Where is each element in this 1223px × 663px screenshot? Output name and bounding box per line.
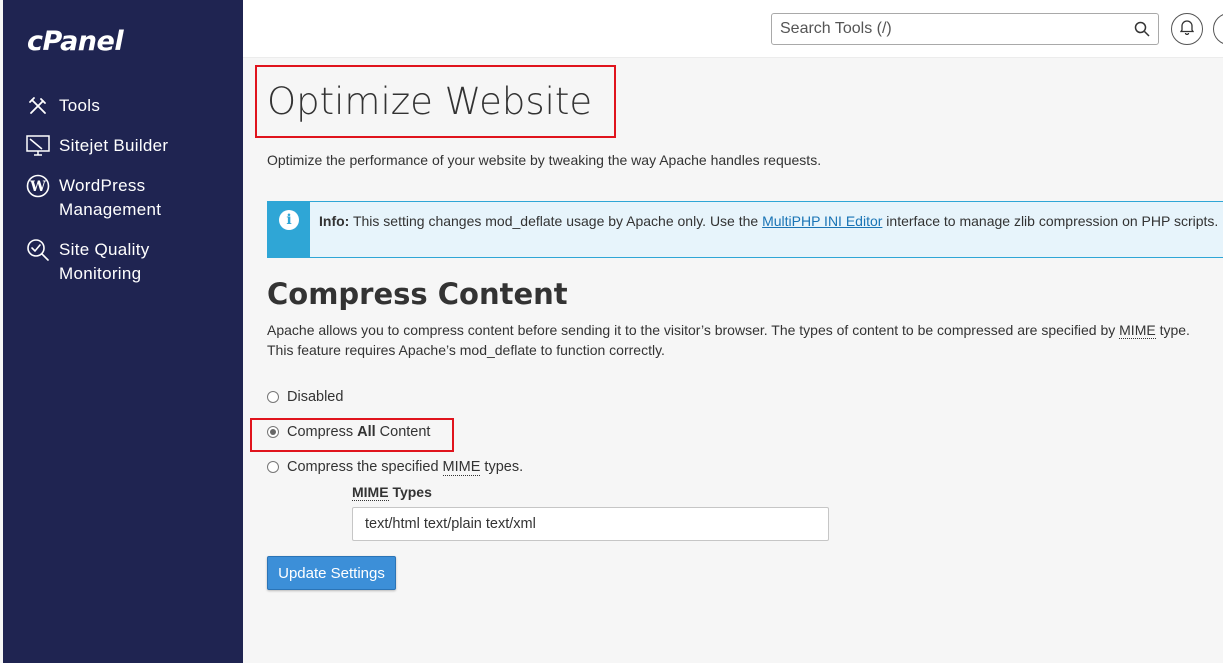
tools-icon (25, 94, 51, 118)
update-settings-button[interactable]: Update Settings (267, 556, 396, 590)
radio-compress-specified[interactable] (267, 461, 279, 473)
option-label-part: Compress the specified (287, 459, 443, 475)
mime-types-label-text: Types (388, 484, 432, 500)
sidebar-item-sitejet-builder[interactable]: Sitejet Builder (25, 134, 168, 158)
sidebar-item-label: Sitejet Builder (59, 136, 169, 155)
compress-description-line1: Apache allows you to compress content be… (267, 322, 1120, 338)
sidebar-item-label-line2: Management (59, 200, 162, 219)
compress-description-line1-end: type. (1155, 322, 1190, 338)
search-input[interactable] (772, 14, 1112, 44)
option-compress-specified-label: Compress the specified MIME types. (287, 459, 524, 476)
multiphp-ini-editor-link[interactable]: MultiPHP INI Editor (762, 213, 882, 229)
sidebar-item-label: Tools (59, 96, 101, 115)
user-menu-button[interactable] (1213, 13, 1223, 45)
mime-abbr: MIME (1119, 322, 1156, 339)
info-text-before: This setting changes mod_deflate usage b… (349, 213, 763, 229)
option-label-part: types. (480, 459, 524, 475)
mime-types-input[interactable] (352, 507, 829, 541)
info-text: Info: This setting changes mod_deflate u… (319, 212, 1219, 231)
compress-description: Apache allows you to compress content be… (267, 320, 1223, 360)
mime-types-label: MIME Types (352, 484, 432, 501)
mime-abbr: MIME (352, 484, 389, 501)
section-heading-compress-content: Compress Content (267, 277, 568, 311)
info-icon: i (279, 210, 299, 230)
notifications-button[interactable] (1171, 13, 1203, 45)
svg-text:W: W (29, 179, 46, 195)
option-compress-specified[interactable]: Compress the specified MIME types. (267, 459, 524, 476)
sidebar-item-wordpress-management[interactable]: W WordPress Management (25, 174, 161, 222)
sidebar-item-tools[interactable]: Tools (25, 94, 100, 118)
sidebar-item-label: WordPress (59, 176, 146, 195)
highlight-box-title (255, 65, 616, 138)
sidebar-item-site-quality-monitoring[interactable]: Site Quality Monitoring (25, 238, 150, 286)
page-description: Optimize the performance of your website… (267, 152, 822, 168)
sidebar-item-label: Site Quality (59, 240, 150, 259)
monitor-icon (25, 134, 51, 158)
option-disabled-label: Disabled (287, 389, 344, 405)
info-strip: i (268, 202, 310, 257)
search-icon[interactable] (1134, 21, 1150, 42)
top-header (243, 0, 1223, 58)
info-text-after: interface to manage zlib compression on … (882, 213, 1219, 229)
bell-icon (1179, 19, 1195, 40)
cpanel-logo[interactable]: cPanel (27, 26, 124, 57)
info-label: Info: (319, 213, 350, 229)
mime-abbr: MIME (442, 459, 481, 476)
sidebar: cPanel Tools Sitejet Builder W WordPress… (3, 0, 243, 663)
highlight-box-option (250, 418, 454, 452)
compress-description-line2: This feature requires Apache’s mod_defla… (267, 342, 665, 358)
wordpress-icon: W (25, 174, 51, 198)
option-disabled[interactable]: Disabled (267, 389, 343, 405)
search-box[interactable] (771, 13, 1159, 45)
info-callout: i Info: This setting changes mod_deflate… (267, 201, 1223, 258)
sidebar-item-label-line2: Monitoring (59, 264, 142, 283)
radio-disabled[interactable] (267, 391, 279, 403)
search-check-icon (25, 238, 51, 262)
